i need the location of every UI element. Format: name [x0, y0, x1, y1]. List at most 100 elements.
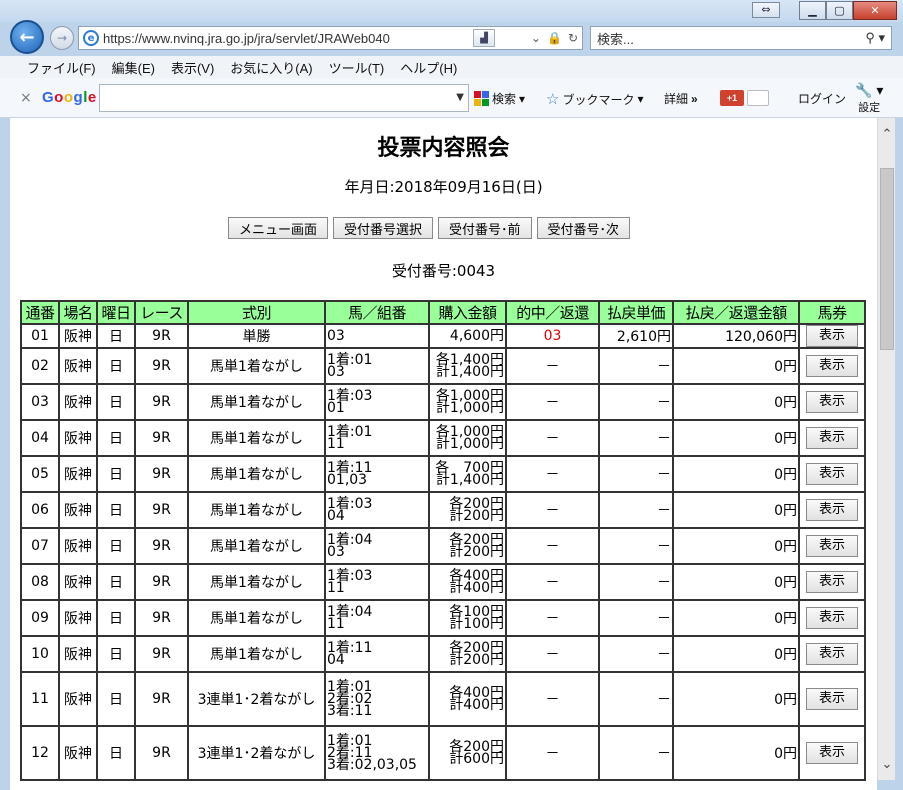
table-row: 11 阪神日 9R 3連単1･2着ながし 1着:01 2着:02 3着:11 各400円 計40… [20, 671, 866, 727]
compatibility-view-icon[interactable]: ▟ [472, 29, 495, 47]
cell-place: 阪神 [58, 347, 98, 385]
select-receipt-button[interactable]: 受付番号選択 [333, 217, 434, 239]
scroll-up-icon[interactable]: ⌃ [878, 126, 896, 144]
cell-amount-line: 計200円 [449, 652, 504, 668]
show-ticket-button[interactable]: 表示 [806, 355, 858, 377]
vertical-scrollbar[interactable]: ⌃ ⌄ [877, 118, 895, 780]
show-ticket-button[interactable]: 表示 [806, 499, 858, 521]
cell-type: 馬単1着ながし [187, 347, 326, 385]
table-row: 12 阪神日 9R 3連単1･2着ながし 1着:01 2着:11 3着:02,03,05 各2… [20, 725, 866, 781]
prev-receipt-button[interactable]: 受付番号･前 [438, 217, 532, 239]
cell-horse-line: 11 [327, 580, 345, 596]
cell-type: 馬単1着ながし [187, 419, 326, 457]
cell-amount-line: 計1,400円 [435, 364, 504, 380]
google-toolbar: × Google ▼ 検索 ▾ ☆ ブックマーク ▾ 詳細 » +1 ログイン 🔧 … [0, 78, 903, 118]
cell-amount: 各100円 計100円 [428, 599, 507, 637]
url-text[interactable]: https://www.nvinq.jra.go.jp/jra/servlet/… [103, 31, 390, 46]
cell-ticket: 表示 [798, 455, 866, 493]
show-ticket-button[interactable]: 表示 [806, 742, 858, 764]
cell-hit: － [505, 347, 600, 385]
search-box[interactable]: 検索... ⚲ ▾ [590, 26, 892, 50]
close-toolbar-icon[interactable]: × [20, 90, 32, 106]
search-dropdown-icon[interactable]: ⌄ [531, 31, 541, 45]
cell-horse-line: 03 [327, 328, 345, 344]
address-bar[interactable]: e https://www.nvinq.jra.go.jp/jra/servle… [78, 26, 583, 50]
cell-place: 阪神 [58, 563, 98, 601]
cell-ticket: 表示 [798, 347, 866, 385]
menu-screen-button[interactable]: メニュー画面 [228, 217, 329, 239]
address-bar-actions: ▟ ⌄ 🔒 ↻ [472, 29, 578, 47]
cell-race: 9R [134, 491, 189, 529]
scroll-down-icon[interactable]: ⌄ [878, 756, 896, 774]
cell-day: 日 [96, 599, 136, 637]
menu-tools[interactable]: ツール(T) [329, 58, 385, 77]
back-button[interactable]: ← [10, 20, 44, 54]
cell-horse-line: 11 [327, 616, 345, 632]
restore-view-icon[interactable]: ⇔ [752, 2, 780, 18]
receipt-number: 受付番号:0043 [391, 262, 496, 280]
table-row: 09 阪神日 9R 馬単1着ながし 1着:04 11 各100円 計100円－－ 0円 表示 [20, 599, 866, 637]
cell-type: 馬単1着ながし [187, 599, 326, 637]
show-ticket-button[interactable]: 表示 [806, 535, 858, 557]
google-search-input[interactable]: ▼ [99, 84, 469, 112]
refresh-icon[interactable]: ↻ [568, 31, 578, 45]
wrench-icon: 🔧 ▾ [855, 82, 884, 98]
show-ticket-button[interactable]: 表示 [806, 643, 858, 665]
cell-no: 08 [20, 563, 60, 601]
cell-hit: － [505, 383, 600, 421]
cell-unit: － [598, 599, 674, 637]
cell-type: 馬単1着ながし [187, 491, 326, 529]
show-ticket-button[interactable]: 表示 [806, 571, 858, 593]
cell-place: 阪神 [58, 527, 98, 565]
bookmarks-button[interactable]: ☆ ブックマーク ▾ [546, 90, 644, 108]
cell-unit: － [598, 455, 674, 493]
cell-race: 9R [134, 671, 189, 727]
cell-hit: － [505, 455, 600, 493]
next-receipt-button[interactable]: 受付番号･次 [536, 217, 631, 239]
menu-favorites[interactable]: お気に入り(A) [230, 58, 312, 77]
gplus-button[interactable]: +1 [720, 90, 769, 106]
show-ticket-button[interactable]: 表示 [806, 391, 858, 413]
cell-unit: － [598, 563, 674, 601]
google-logo: Google [42, 89, 97, 106]
menu-help[interactable]: ヘルプ(H) [400, 58, 457, 77]
forward-button[interactable]: → [50, 26, 74, 50]
col-header-race: レース [134, 300, 189, 325]
scroll-thumb[interactable] [880, 168, 894, 350]
show-ticket-button[interactable]: 表示 [806, 463, 858, 485]
cell-day: 日 [96, 347, 136, 385]
menu-view[interactable]: 表示(V) [171, 58, 214, 77]
search-icon[interactable]: ⚲ ▾ [865, 30, 885, 46]
table-header-row: 通番 場名 曜日 レース 式別 馬／組番 購入金額 的中／返還 払戻単価 払戻／… [20, 300, 866, 325]
lock-icon[interactable]: 🔒 [547, 31, 562, 45]
col-header-amount: 購入金額 [428, 300, 507, 325]
table-row: 05 阪神日 9R 馬単1着ながし 1着:11 01,03 各 700円 計1,400円－－ 0… [20, 455, 866, 493]
menu-edit[interactable]: 編集(E) [112, 58, 155, 77]
col-header-no: 通番 [20, 300, 60, 325]
show-ticket-button[interactable]: 表示 [806, 325, 858, 347]
cell-ticket: 表示 [798, 725, 866, 781]
cell-type: 馬単1着ながし [187, 527, 326, 565]
cell-refund: 0円 [672, 491, 800, 529]
cell-day: 日 [96, 491, 136, 529]
google-search-button[interactable]: 検索 ▾ [474, 90, 525, 107]
show-ticket-button[interactable]: 表示 [806, 607, 858, 629]
table-row: 07 阪神日 9R 馬単1着ながし 1着:04 03 各200円 計200円－－ 0円 表示 [20, 527, 866, 565]
chevron-down-icon[interactable]: ▼ [456, 92, 464, 103]
col-header-hit: 的中／返還 [505, 300, 600, 325]
cell-ticket: 表示 [798, 599, 866, 637]
cell-ticket: 表示 [798, 383, 866, 421]
cell-place: 阪神 [58, 455, 98, 493]
settings-button[interactable]: 🔧 ▾ 設定 [855, 82, 883, 115]
show-ticket-button[interactable]: 表示 [806, 688, 858, 710]
show-ticket-button[interactable]: 表示 [806, 427, 858, 449]
cell-horse-line: 03 [327, 364, 345, 380]
login-link[interactable]: ログイン [798, 90, 846, 107]
cell-day: 日 [96, 323, 136, 349]
search-input[interactable]: 検索... [597, 29, 634, 48]
table-row: 08 阪神日 9R 馬単1着ながし 1着:03 11 各400円 計400円－－ 0円 表示 [20, 563, 866, 601]
details-button[interactable]: 詳細 » [664, 90, 698, 107]
menu-file[interactable]: ファイル(F) [27, 58, 96, 77]
cell-refund: 0円 [672, 671, 800, 727]
cell-unit: － [598, 527, 674, 565]
